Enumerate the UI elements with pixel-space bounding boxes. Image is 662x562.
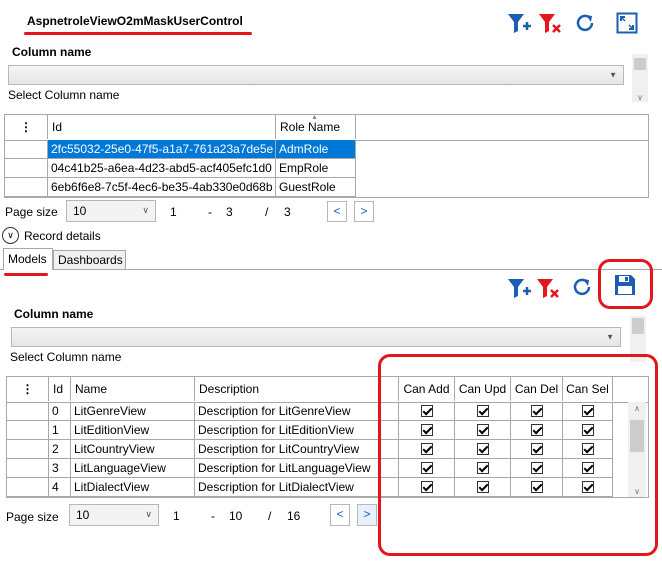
- roles-grid-header: ⋮ Id Role Name ▲: [5, 114, 648, 141]
- row-id-cell[interactable]: 1: [49, 421, 71, 440]
- page-size-label: Page size: [6, 510, 59, 524]
- row-name-cell[interactable]: LitGenreView: [71, 402, 195, 421]
- column-name-placeholder: Select Column name: [8, 88, 120, 102]
- record-details-label[interactable]: Record details: [24, 229, 101, 243]
- row-id-cell[interactable]: 2: [49, 440, 71, 459]
- row-selector[interactable]: [5, 178, 48, 197]
- window-title: AspnetroleViewO2mMaskUserControl: [27, 14, 243, 28]
- maximize-icon[interactable]: [616, 12, 638, 34]
- page-size-select[interactable]: 10 ∨: [66, 200, 156, 222]
- column-name-select[interactable]: ▼: [11, 327, 621, 347]
- filter-clear-icon[interactable]: [535, 276, 561, 302]
- scrollbar-thumb[interactable]: [632, 318, 644, 334]
- prev-page-button[interactable]: <: [330, 504, 350, 526]
- pager-total: 3: [284, 205, 291, 219]
- pager-total: 16: [287, 509, 301, 523]
- chevron-down-icon: ∨: [145, 509, 152, 519]
- chevron-down-icon: ∨: [142, 205, 149, 215]
- row-role-cell[interactable]: GuestRole: [276, 178, 356, 197]
- column-header-name[interactable]: Name: [71, 377, 195, 401]
- filter-add-icon[interactable]: [506, 276, 532, 302]
- row-selector[interactable]: [7, 440, 49, 459]
- pager-dash: -: [211, 509, 215, 523]
- row-selector[interactable]: [7, 402, 49, 421]
- filter-add-icon[interactable]: [506, 11, 532, 37]
- title-underline: [24, 32, 252, 35]
- pager-dash: -: [208, 205, 212, 219]
- row-description-cell[interactable]: Description for LitDialectView: [195, 478, 399, 497]
- row-id-cell[interactable]: 6eb6f6e8-7c5f-4ec6-be35-4ab330e0d68b: [48, 178, 276, 197]
- column-menu-icon[interactable]: ⋮: [7, 377, 49, 401]
- tab-dashboards[interactable]: Dashboards: [53, 250, 126, 269]
- row-id-cell[interactable]: 2fc55032-25e0-47f5-a1a7-761a23a7de5e: [48, 140, 276, 159]
- permissions-highlight: [378, 354, 658, 556]
- sort-ascending-icon: ▲: [311, 114, 318, 121]
- chevron-down-icon: ▼: [609, 70, 617, 80]
- filter-scrollbar[interactable]: ∨: [632, 54, 648, 102]
- column-header-description[interactable]: Description: [195, 377, 399, 401]
- pager-from: 1: [173, 509, 180, 523]
- pager-slash: /: [265, 205, 269, 219]
- filter-clear-icon[interactable]: [537, 11, 563, 37]
- pager-to: 3: [226, 205, 233, 219]
- pager-to: 10: [229, 509, 243, 523]
- row-name-cell[interactable]: LitEditionView: [71, 421, 195, 440]
- roles-grid: ⋮ Id Role Name ▲ 2fc55032-25e0-47f5-a1a7…: [4, 114, 649, 198]
- row-selector[interactable]: [5, 159, 48, 178]
- prev-page-button[interactable]: <: [327, 201, 347, 222]
- column-name-label: Column name: [14, 307, 94, 321]
- page-size-select[interactable]: 10 ∨: [69, 504, 159, 526]
- page-size-label: Page size: [5, 205, 58, 219]
- row-description-cell[interactable]: Description for LitEditionView: [195, 421, 399, 440]
- row-name-cell[interactable]: LitLanguageView: [71, 459, 195, 478]
- row-selector[interactable]: [7, 478, 49, 497]
- tab-models[interactable]: Models: [3, 248, 53, 270]
- next-page-button[interactable]: >: [357, 504, 377, 526]
- row-description-cell[interactable]: Description for LitGenreView: [195, 402, 399, 421]
- column-name-label: Column name: [12, 45, 92, 59]
- save-icon[interactable]: [614, 274, 636, 296]
- row-role-cell[interactable]: AdmRole: [276, 140, 356, 159]
- refresh-icon[interactable]: [575, 13, 595, 33]
- row-id-cell[interactable]: 04c41b25-a6ea-4d23-abd5-acf405efc1d0: [48, 159, 276, 178]
- row-role-cell[interactable]: EmpRole: [276, 159, 356, 178]
- page-size-value: 10: [76, 508, 90, 522]
- pager-from: 1: [170, 205, 177, 219]
- column-header-id[interactable]: Id: [49, 377, 71, 401]
- scroll-down-icon[interactable]: ∨: [632, 93, 648, 102]
- row-selector[interactable]: [7, 421, 49, 440]
- column-header-role-name[interactable]: Role Name ▲: [276, 114, 356, 139]
- row-selector[interactable]: [5, 140, 48, 159]
- row-name-cell[interactable]: LitCountryView: [71, 440, 195, 459]
- page-size-value: 10: [73, 204, 87, 218]
- row-id-cell[interactable]: 3: [49, 459, 71, 478]
- row-description-cell[interactable]: Description for LitCountryView: [195, 440, 399, 459]
- row-id-cell[interactable]: 4: [49, 478, 71, 497]
- row-name-cell[interactable]: LitDialectView: [71, 478, 195, 497]
- row-selector[interactable]: [7, 459, 49, 478]
- column-name-select[interactable]: ▼: [8, 65, 624, 85]
- row-description-cell[interactable]: Description for LitLanguageView: [195, 459, 399, 478]
- column-name-placeholder: Select Column name: [10, 350, 122, 364]
- next-page-button[interactable]: >: [354, 201, 374, 222]
- models-tab-underline: [4, 273, 48, 276]
- scrollbar-thumb[interactable]: [634, 58, 646, 70]
- column-header-id[interactable]: Id: [48, 115, 276, 139]
- pager-slash: /: [268, 509, 272, 523]
- expand-record-details-icon[interactable]: ∨: [2, 227, 19, 244]
- chevron-down-icon: ▼: [606, 332, 614, 342]
- row-id-cell[interactable]: 0: [49, 402, 71, 421]
- column-menu-icon[interactable]: ⋮: [5, 115, 48, 139]
- refresh-icon[interactable]: [572, 277, 592, 297]
